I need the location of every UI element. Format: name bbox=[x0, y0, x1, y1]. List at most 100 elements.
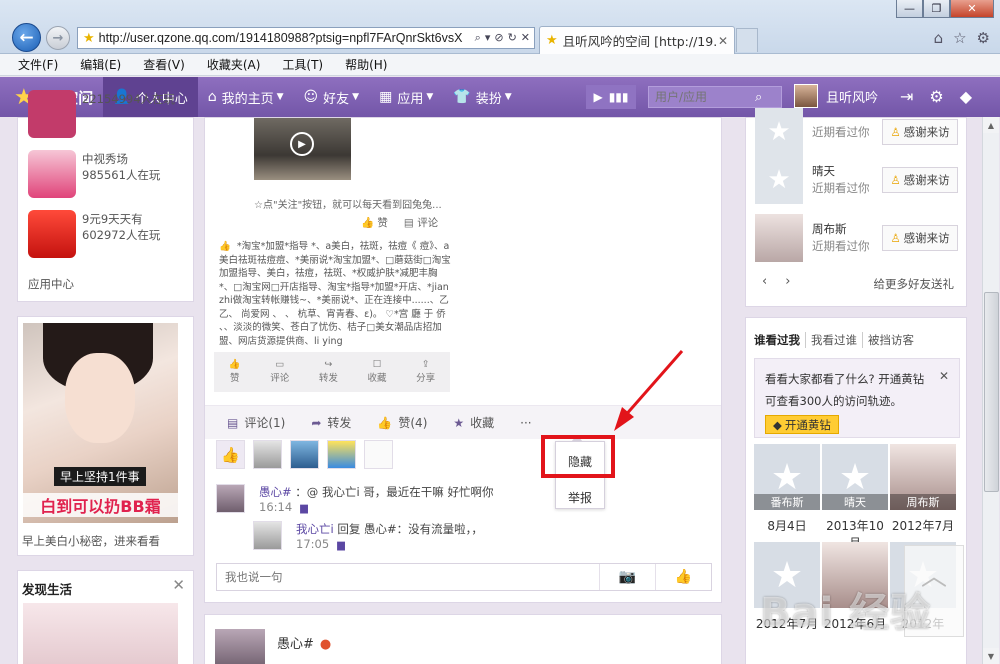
diamond-icon[interactable]: ◆ bbox=[960, 87, 972, 106]
scroll-up-icon[interactable]: ▲ bbox=[983, 117, 999, 133]
refresh-icon[interactable]: ↻ bbox=[508, 31, 517, 45]
back-button[interactable]: ← bbox=[12, 23, 41, 52]
tab-who-i-visited[interactable]: 我看过谁 bbox=[805, 332, 862, 348]
close-icon[interactable]: ✕ bbox=[172, 576, 185, 594]
app-item[interactable]: 中视秀场 985561人在玩 bbox=[28, 150, 160, 198]
visitor-name[interactable]: 周布斯 bbox=[812, 221, 882, 238]
gear-icon[interactable]: ⚙ bbox=[977, 29, 990, 47]
favorite-button[interactable]: ★ 收藏 bbox=[453, 414, 494, 431]
visitor-cell[interactable]: 周布斯 bbox=[890, 444, 956, 510]
scrollbar[interactable]: ▲ ▼ bbox=[982, 117, 999, 664]
comment-button[interactable]: ▤ 评论(1) bbox=[227, 414, 285, 431]
reply-icon[interactable]: ▆ bbox=[300, 503, 308, 514]
visitor-cell[interactable]: ★ 番布斯 bbox=[754, 444, 820, 510]
discover-image[interactable] bbox=[23, 603, 178, 664]
visitor-cell[interactable]: ★ 晴天 bbox=[822, 444, 888, 510]
close-icon[interactable]: ✕ bbox=[939, 369, 949, 383]
maximize-button[interactable]: ❐ bbox=[923, 0, 950, 18]
scroll-down-icon[interactable]: ▼ bbox=[983, 648, 999, 664]
thumbs-up-icon[interactable]: 👍 bbox=[655, 564, 711, 590]
avatar[interactable] bbox=[215, 629, 265, 664]
search-icon[interactable]: ⌕ bbox=[475, 31, 481, 45]
close-window-button[interactable]: ✕ bbox=[950, 0, 994, 18]
avatar[interactable] bbox=[364, 440, 393, 469]
chevron-right-icon[interactable]: › bbox=[785, 274, 790, 289]
menu-favorites[interactable]: 收藏夹(A) bbox=[207, 56, 261, 73]
username[interactable]: 且听风吟 bbox=[826, 87, 878, 106]
stop-icon[interactable]: ✕ bbox=[521, 31, 530, 45]
share-like-button[interactable]: 👍 赞 bbox=[361, 215, 388, 230]
comment-input[interactable] bbox=[217, 564, 599, 590]
avatar[interactable] bbox=[794, 84, 818, 108]
camera-icon[interactable]: 📷 bbox=[599, 564, 655, 590]
inner-like-button[interactable]: 👍 赞 bbox=[229, 358, 241, 386]
app-item[interactable]: 9元9天天有 602972人在玩 bbox=[28, 210, 160, 258]
avatar[interactable] bbox=[216, 484, 245, 513]
play-icon[interactable]: ▶ bbox=[290, 132, 314, 156]
share-comment-button[interactable]: ▤ 评论 bbox=[404, 215, 438, 230]
menu-file[interactable]: 文件(F) bbox=[18, 56, 58, 73]
new-tab-button[interactable] bbox=[736, 28, 758, 52]
chevron-left-icon[interactable]: ‹ bbox=[762, 274, 767, 289]
play-icon[interactable]: ▶ bbox=[593, 90, 602, 104]
comment-author[interactable]: 我心亡i bbox=[296, 522, 334, 536]
like-button[interactable]: 👍 赞(4) bbox=[377, 414, 427, 431]
qzone-search-input[interactable] bbox=[655, 90, 755, 104]
avatar[interactable] bbox=[327, 440, 356, 469]
inner-favorite-button[interactable]: ☐ 收藏 bbox=[368, 358, 387, 386]
video-thumbnail[interactable]: ▶ bbox=[254, 118, 351, 180]
forward-button[interactable]: ➦ 转发 bbox=[311, 414, 351, 431]
thank-button[interactable]: ♙ 感谢来访 bbox=[882, 119, 958, 145]
reply-icon[interactable]: ▆ bbox=[337, 540, 345, 551]
thank-button[interactable]: ♙ 感谢来访 bbox=[882, 225, 958, 251]
post-author[interactable]: 愚心# ● bbox=[277, 633, 331, 652]
inner-share-button[interactable]: ⇪ 分享 bbox=[416, 358, 435, 386]
thank-button[interactable]: ♙ 感谢来访 bbox=[882, 167, 958, 193]
search-icon[interactable]: ⌕ bbox=[755, 90, 762, 105]
url-text[interactable]: http://user.qzone.qq.com/1914180988?ptsi… bbox=[99, 31, 475, 45]
logout-icon[interactable]: ⇥ bbox=[900, 87, 913, 106]
compat-icon[interactable]: ⊘ bbox=[494, 31, 503, 45]
dropdown-icon[interactable]: ▾ bbox=[485, 31, 491, 45]
menu-tools[interactable]: 工具(T) bbox=[282, 56, 323, 73]
avatar[interactable] bbox=[253, 521, 282, 550]
address-bar[interactable]: ★ http://user.qzone.qq.com/1914180988?pt… bbox=[77, 27, 535, 49]
home-icon[interactable]: ⌂ bbox=[934, 29, 944, 47]
app-item[interactable]: 22154994人在玩 bbox=[28, 90, 175, 138]
comment-author[interactable]: 愚心# bbox=[259, 485, 292, 499]
avatar[interactable] bbox=[290, 440, 319, 469]
avatar[interactable]: ★ bbox=[755, 108, 803, 156]
tab-who-visited-me[interactable]: 谁看过我 bbox=[754, 332, 805, 348]
music-player[interactable]: ▶ ▮▮▮ bbox=[586, 85, 636, 109]
app-center-link[interactable]: 应用中心 bbox=[28, 276, 74, 292]
user-profile[interactable]: 且听风吟 bbox=[794, 84, 878, 108]
inner-action-label: 赞 bbox=[229, 373, 240, 384]
avatar[interactable]: ★ bbox=[755, 156, 803, 204]
browser-tab[interactable]: ★ 且听风吟的空间 [http://19... ✕ bbox=[539, 26, 735, 54]
nav-friends[interactable]: ☺ 好友 ▼ bbox=[294, 77, 370, 117]
menu-edit[interactable]: 编辑(E) bbox=[80, 56, 121, 73]
ad-caption[interactable]: 早上美白小秘密，进来看看 bbox=[22, 533, 160, 549]
nav-my-homepage[interactable]: ⌂ 我的主页 ▼ bbox=[198, 77, 294, 117]
menu-view[interactable]: 查看(V) bbox=[143, 56, 185, 73]
nav-apps[interactable]: ▦ 应用 ▼ bbox=[369, 77, 443, 117]
avatar[interactable] bbox=[253, 440, 282, 469]
avatar[interactable] bbox=[755, 214, 803, 262]
menu-help[interactable]: 帮助(H) bbox=[345, 56, 387, 73]
inner-comment-button[interactable]: ▭ 评论 bbox=[270, 358, 289, 386]
scroll-thumb[interactable] bbox=[984, 292, 999, 492]
nav-decorate[interactable]: 👕 装扮 ▼ bbox=[443, 77, 521, 117]
more-button[interactable]: ··· bbox=[520, 416, 531, 430]
visitor-name[interactable]: 晴天 bbox=[812, 163, 882, 180]
close-tab-icon[interactable]: ✕ bbox=[718, 34, 728, 48]
gift-link[interactable]: 给更多好友送礼 bbox=[874, 276, 955, 292]
minimize-button[interactable]: — bbox=[896, 0, 923, 18]
open-vip-button[interactable]: ◆ 开通黄钻 bbox=[765, 415, 839, 434]
ad-box[interactable]: 早上坚持1件事 白到可以扔BB霜 早上美白小秘密，进来看看 bbox=[17, 316, 194, 556]
forward-button[interactable]: → bbox=[46, 26, 70, 50]
favorites-icon[interactable]: ☆ bbox=[953, 29, 966, 47]
report-button[interactable]: 举报 bbox=[556, 489, 604, 506]
inner-forward-button[interactable]: ↪ 转发 bbox=[319, 358, 338, 386]
gear-icon[interactable]: ⚙ bbox=[929, 87, 943, 106]
tab-blocked-visitors[interactable]: 被挡访客 bbox=[862, 332, 919, 348]
